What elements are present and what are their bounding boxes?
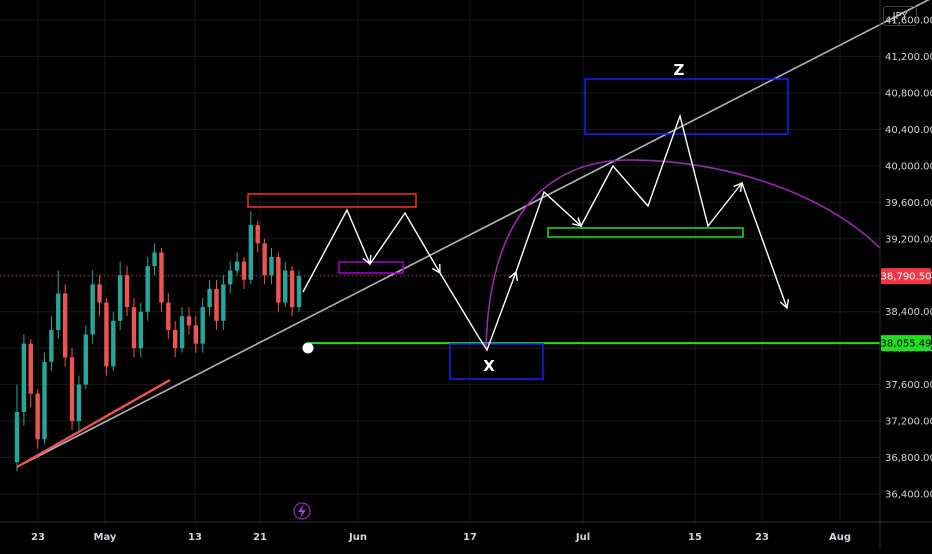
candle-body[interactable] <box>56 293 61 330</box>
candle-body[interactable] <box>207 288 212 308</box>
candle-body[interactable] <box>152 252 157 267</box>
candle-body[interactable] <box>21 343 27 412</box>
candle-body[interactable] <box>200 307 205 344</box>
candle-body[interactable] <box>28 343 33 394</box>
candle-body[interactable] <box>69 357 75 422</box>
candle-body[interactable] <box>104 302 109 367</box>
candle-body[interactable] <box>35 393 40 440</box>
candle-body[interactable] <box>49 329 54 362</box>
candle-body[interactable] <box>172 329 178 349</box>
candle-body[interactable] <box>296 276 302 308</box>
candle-body[interactable] <box>221 284 226 321</box>
candle-body[interactable] <box>186 316 192 326</box>
y-tick-label: 41,200.00 <box>885 52 932 63</box>
chart-svg[interactable]: X Z 36,400.00 36,800.00 37,200.00 37,600.00 3… <box>0 0 932 550</box>
x-tick-label: Jul <box>575 532 590 543</box>
candle-body[interactable] <box>83 334 88 385</box>
x-tick-label: 13 <box>188 532 202 543</box>
wave-label: X <box>483 357 495 375</box>
x-tick-label: 21 <box>253 532 267 543</box>
y-tick-label: 37,600.00 <box>885 380 932 391</box>
candle-body[interactable] <box>241 261 247 280</box>
candle-body[interactable] <box>269 257 274 276</box>
candle-body[interactable] <box>14 411 20 463</box>
candle-body[interactable] <box>90 284 95 335</box>
x-tick-label: 23 <box>755 532 769 543</box>
candle-body[interactable] <box>214 288 219 321</box>
x-tick-label: 23 <box>31 532 45 543</box>
y-tick-label: 36,400.00 <box>885 490 932 501</box>
y-tick-label: 40,800.00 <box>885 88 932 99</box>
candle-body[interactable] <box>138 311 144 349</box>
chart-area[interactable]: X Z 36,400.00 36,800.00 37,200.00 37,600.00 3… <box>0 0 932 550</box>
candle-body[interactable] <box>117 275 123 321</box>
x-tick-label: 17 <box>463 532 477 543</box>
candle-body[interactable] <box>124 275 130 308</box>
candle-body[interactable] <box>42 361 47 440</box>
candle-body[interactable] <box>111 320 116 367</box>
candle-body[interactable] <box>255 225 260 244</box>
y-tick-label: 40,000.00 <box>885 161 932 172</box>
candle-body[interactable] <box>283 270 288 303</box>
candle-body[interactable] <box>145 266 150 312</box>
candle-body[interactable] <box>159 252 164 303</box>
y-tick-label: 39,200.00 <box>885 234 932 245</box>
candle-body[interactable] <box>248 225 254 280</box>
y-tick-label: 38,400.00 <box>885 307 932 318</box>
last-price-tag-label: 38,790.50 <box>881 272 932 283</box>
wave-label: Z <box>674 61 685 79</box>
candle-body[interactable] <box>62 293 68 358</box>
x-tick-label: 15 <box>688 532 702 543</box>
x-tick-label: Jun <box>348 532 367 543</box>
candle-body[interactable] <box>262 243 267 276</box>
candle-body[interactable] <box>166 302 171 330</box>
candle-body[interactable] <box>131 307 137 349</box>
currency-badge[interactable]: JPY <box>883 6 917 26</box>
support-price-tag-label: 38,055.49 <box>881 339 932 350</box>
y-tick-label: 40,400.00 <box>885 125 932 136</box>
candle-body[interactable] <box>179 316 185 349</box>
y-tick-label: 37,200.00 <box>885 417 932 428</box>
y-tick-label: 36,800.00 <box>885 453 932 464</box>
x-tick-label: May <box>94 532 117 543</box>
y-tick-label: 39,600.00 <box>885 198 932 209</box>
candle-body[interactable] <box>97 284 102 303</box>
support-anchor-dot[interactable] <box>302 342 314 354</box>
x-tick-label: Aug <box>829 532 851 543</box>
candle-body[interactable] <box>228 270 233 285</box>
candle-body[interactable] <box>234 261 240 271</box>
candle-body[interactable] <box>193 325 199 344</box>
currency-label: JPY <box>892 11 908 22</box>
candle-body[interactable] <box>276 257 281 303</box>
candle-body[interactable] <box>76 384 82 422</box>
